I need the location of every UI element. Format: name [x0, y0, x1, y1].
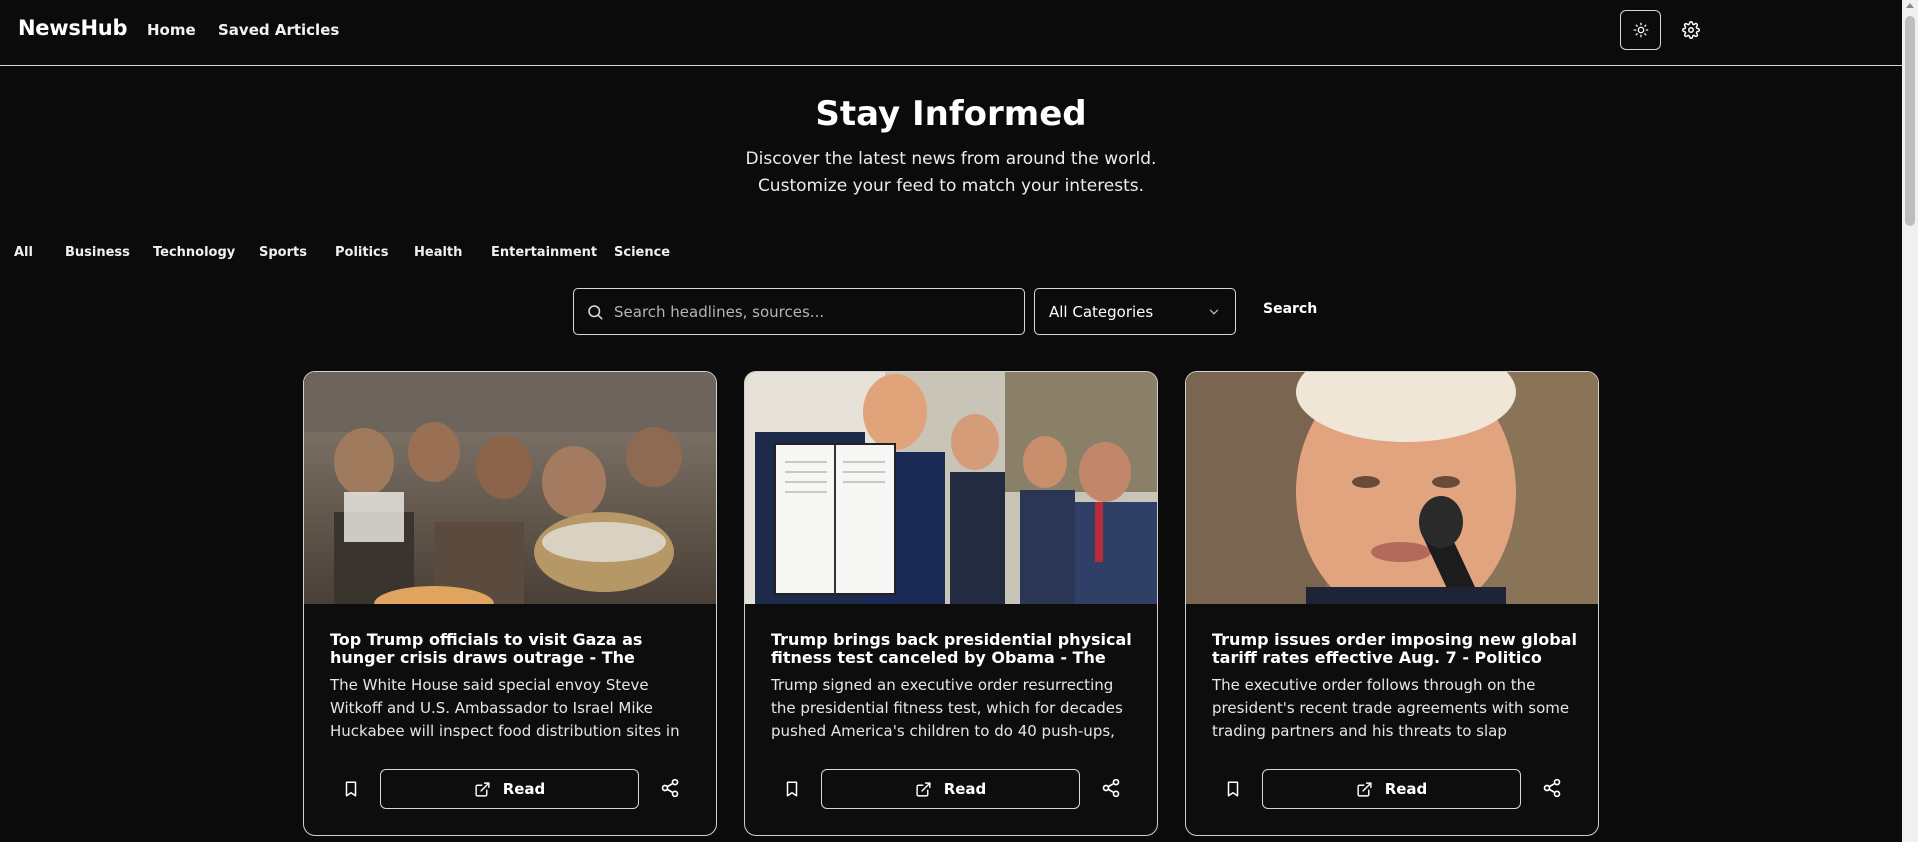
- external-link-icon: [916, 781, 931, 797]
- article-title[interactable]: Trump brings back presidential physical …: [771, 631, 1136, 667]
- article-image[interactable]: [1186, 372, 1598, 604]
- search-icon: [588, 304, 603, 319]
- nav-home-link[interactable]: Home: [147, 21, 196, 39]
- search-field[interactable]: [573, 288, 1025, 335]
- category-tab-sports[interactable]: Sports: [259, 245, 307, 260]
- settings-button[interactable]: [1680, 19, 1702, 41]
- brand-logo[interactable]: NewsHub: [18, 16, 127, 40]
- hero-subtitle: Discover the latest news from around the…: [745, 149, 1157, 196]
- gear-icon: [1682, 21, 1700, 39]
- theme-toggle-button[interactable]: [1620, 10, 1661, 50]
- category-tab-technology[interactable]: Technology: [153, 245, 235, 260]
- chevron-down-icon: [1209, 309, 1219, 315]
- bookmark-icon[interactable]: [783, 779, 801, 799]
- read-button-label: Read: [943, 780, 987, 798]
- top-navbar: NewsHub Home Saved Articles: [0, 0, 1902, 66]
- bookmark-icon[interactable]: [342, 779, 360, 799]
- category-tab-entertainment[interactable]: Entertainment: [491, 245, 597, 260]
- read-button-label: Read: [502, 780, 546, 798]
- article-image[interactable]: [745, 372, 1157, 604]
- scroll-up-arrow-icon[interactable]: [1906, 3, 1914, 8]
- read-button-label: Read: [1384, 780, 1428, 798]
- article-card: Trump issues order imposing new global t…: [1185, 371, 1599, 836]
- article-description: Trump signed an executive order resurrec…: [771, 676, 1123, 740]
- share-icon[interactable]: [1542, 778, 1562, 798]
- page-scrollbar[interactable]: [1902, 0, 1918, 842]
- share-icon[interactable]: [660, 778, 680, 798]
- article-title[interactable]: Trump issues order imposing new global t…: [1212, 631, 1577, 667]
- bookmark-icon[interactable]: [1224, 779, 1242, 799]
- category-tab-politics[interactable]: Politics: [335, 245, 389, 260]
- category-tab-health[interactable]: Health: [414, 245, 462, 260]
- search-input[interactable]: [614, 302, 1014, 321]
- article-card: Top Trump officials to visit Gaza as hun…: [303, 371, 717, 836]
- article-title[interactable]: Top Trump officials to visit Gaza as hun…: [330, 631, 695, 667]
- read-button[interactable]: Read: [380, 769, 639, 809]
- article-description: The White House said special envoy Steve…: [330, 676, 680, 740]
- category-tab-business[interactable]: Business: [65, 245, 130, 260]
- hero-title: Stay Informed: [815, 94, 1087, 134]
- search-button[interactable]: Search: [1263, 301, 1317, 317]
- external-link-icon: [1357, 781, 1372, 797]
- category-select-value: All Categories: [1049, 302, 1154, 321]
- article-image[interactable]: [304, 372, 716, 604]
- nav-saved-articles-link[interactable]: Saved Articles: [218, 21, 339, 39]
- external-link-icon: [475, 781, 490, 797]
- article-card: Trump brings back presidential physical …: [744, 371, 1158, 836]
- category-tab-science[interactable]: Science: [614, 245, 670, 260]
- category-tab-all[interactable]: All: [14, 245, 33, 260]
- category-select[interactable]: All Categories: [1034, 288, 1236, 335]
- scrollbar-thumb[interactable]: [1905, 16, 1915, 226]
- article-description: The executive order follows through on t…: [1212, 676, 1570, 740]
- read-button[interactable]: Read: [821, 769, 1080, 809]
- share-icon[interactable]: [1101, 778, 1121, 798]
- sun-icon: [1633, 22, 1648, 38]
- read-button[interactable]: Read: [1262, 769, 1521, 809]
